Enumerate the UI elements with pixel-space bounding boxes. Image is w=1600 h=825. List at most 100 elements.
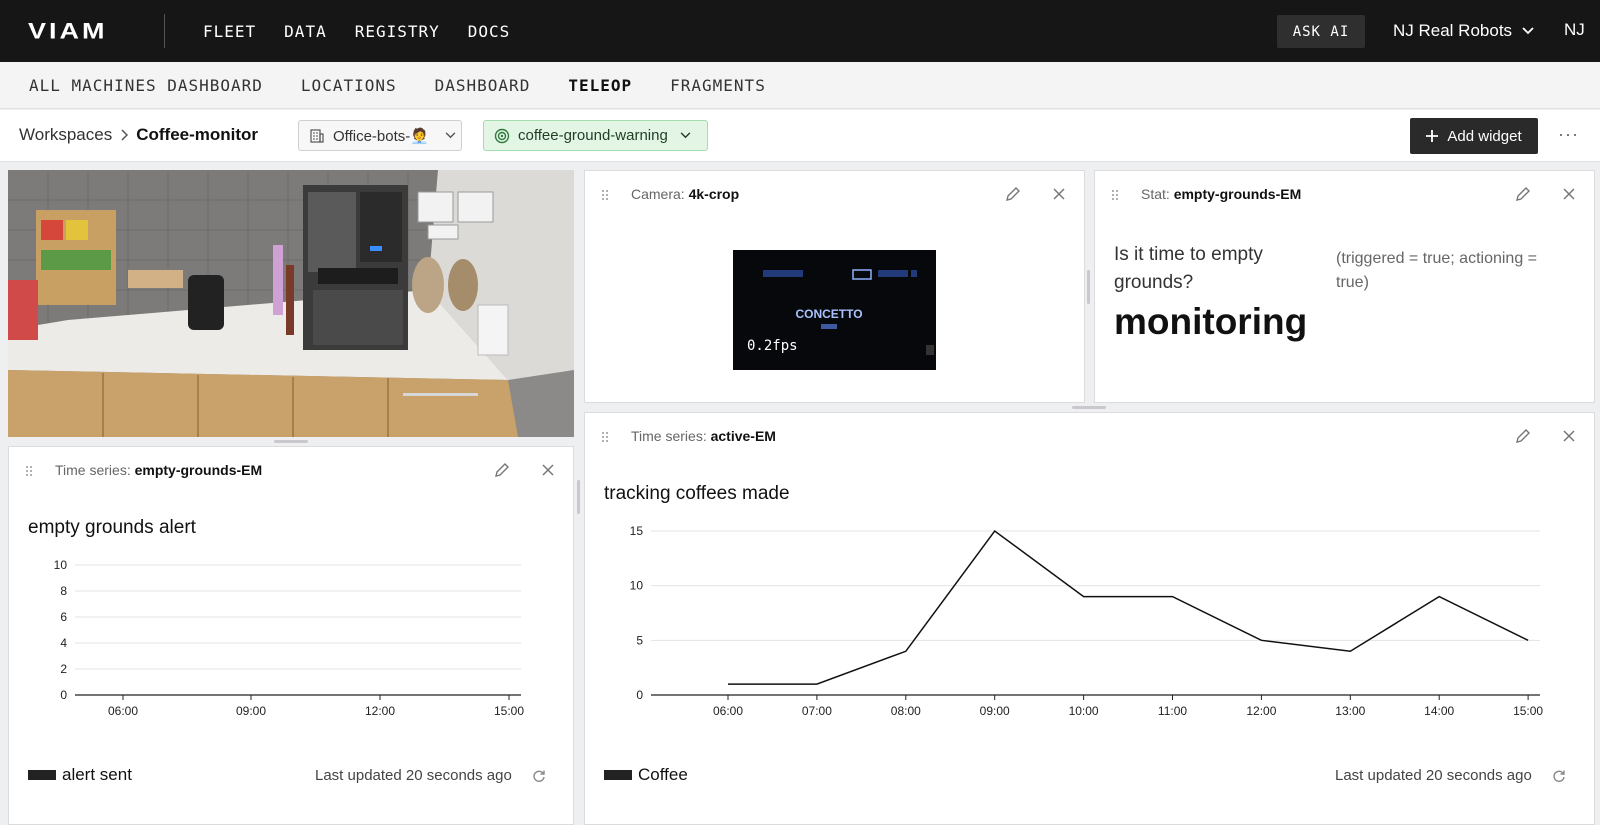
x-tick-label: 10:00 bbox=[1069, 704, 1099, 718]
timeseries-widget-grounds: Time series: empty-grounds-EM empty grou… bbox=[8, 446, 574, 825]
tab-locations[interactable]: LOCATIONS bbox=[301, 76, 397, 95]
y-tick-label: 0 bbox=[636, 688, 643, 702]
workspace-name[interactable]: Coffee-monitor bbox=[136, 125, 258, 145]
last-updated: Last updated 20 seconds ago bbox=[315, 767, 546, 784]
camera-widget: Camera: 4k-crop CONCETTO 0.2fps bbox=[584, 170, 1085, 403]
plus-icon bbox=[1426, 130, 1439, 142]
tab-all-machines-dashboard[interactable]: ALL MACHINES DASHBOARD bbox=[29, 76, 263, 95]
panel-resize-handle[interactable] bbox=[1072, 406, 1106, 409]
widget-kind: Stat: bbox=[1141, 186, 1170, 202]
refresh-icon[interactable] bbox=[1552, 769, 1566, 783]
series-line bbox=[728, 529, 1529, 685]
x-tick-label: 06:00 bbox=[713, 704, 743, 718]
viam-logo[interactable]: VIAM bbox=[28, 17, 108, 45]
chart-title: empty grounds alert bbox=[28, 517, 196, 538]
location-select-value: Office-bots-🧑‍💼 bbox=[333, 127, 429, 145]
camera-feed-kitchen bbox=[8, 170, 574, 437]
drag-handle-icon[interactable] bbox=[601, 431, 611, 443]
location-select[interactable]: Office-bots-🧑‍💼 bbox=[298, 120, 462, 151]
x-tick-label: 11:00 bbox=[1158, 704, 1187, 718]
y-tick-label: 6 bbox=[60, 610, 67, 624]
nav-data[interactable]: DATA bbox=[284, 22, 327, 41]
online-signal-icon bbox=[494, 128, 510, 143]
ask-ai-button[interactable]: ASK AI bbox=[1277, 15, 1365, 48]
drag-handle-icon[interactable] bbox=[1111, 189, 1121, 201]
x-tick-label: 09:00 bbox=[236, 704, 266, 718]
stat-widget: Stat: empty-grounds-EM Is it time to emp… bbox=[1094, 170, 1595, 403]
timeseries-widget-coffee: Time series: active-EM tracking coffees … bbox=[584, 412, 1595, 825]
more-options-icon[interactable]: ··· bbox=[1558, 124, 1579, 145]
chevron-down-icon bbox=[680, 132, 691, 139]
widget-kind: Camera: bbox=[631, 186, 685, 202]
x-tick-label: 08:00 bbox=[891, 704, 921, 718]
widget-name: empty-grounds-EM bbox=[134, 462, 263, 478]
org-switcher[interactable]: NJ Real Robots bbox=[1393, 18, 1534, 44]
add-widget-button[interactable]: Add widget bbox=[1410, 118, 1538, 154]
org-name: NJ Real Robots bbox=[1393, 21, 1513, 40]
close-icon[interactable] bbox=[1559, 184, 1579, 204]
tab-dashboard[interactable]: DASHBOARD bbox=[435, 76, 531, 95]
edit-icon[interactable] bbox=[492, 460, 512, 480]
tab-teleop[interactable]: TELEOP bbox=[568, 76, 632, 95]
camera-stream: CONCETTO 0.2fps bbox=[733, 250, 936, 370]
user-avatar[interactable]: NJ bbox=[1564, 20, 1585, 40]
y-tick-label: 10 bbox=[630, 579, 644, 593]
legend-label: alert sent bbox=[62, 765, 132, 784]
nav-docs[interactable]: DOCS bbox=[468, 22, 511, 41]
close-icon[interactable] bbox=[538, 460, 558, 480]
machine-screen-text: CONCETTO bbox=[795, 307, 862, 321]
tab-fragments[interactable]: FRAGMENTS bbox=[670, 76, 766, 95]
drag-handle-icon[interactable] bbox=[601, 189, 611, 201]
widget-name: active-EM bbox=[710, 428, 776, 444]
top-nav: FLEET DATA REGISTRY DOCS bbox=[203, 0, 510, 62]
nav-registry[interactable]: REGISTRY bbox=[355, 22, 440, 41]
breadcrumb-workspaces[interactable]: Workspaces bbox=[19, 125, 112, 145]
stat-question: Is it time to empty grounds? bbox=[1114, 244, 1263, 293]
x-tick-label: 15:00 bbox=[494, 704, 524, 718]
y-tick-label: 5 bbox=[636, 633, 643, 647]
kitchen-camera-image bbox=[8, 170, 574, 437]
last-updated-text: Last updated 20 seconds ago bbox=[315, 767, 512, 784]
panel-resize-handle[interactable] bbox=[577, 480, 580, 514]
legend-label: Coffee bbox=[638, 765, 688, 784]
nav-fleet[interactable]: FLEET bbox=[203, 22, 256, 41]
widget-name: empty-grounds-EM bbox=[1173, 186, 1302, 202]
y-tick-label: 15 bbox=[630, 524, 644, 538]
widget-title: Time series: active-EM bbox=[631, 428, 776, 444]
building-icon bbox=[310, 128, 324, 143]
drag-handle-icon[interactable] bbox=[25, 465, 35, 477]
machine-select[interactable]: coffee-ground-warning bbox=[483, 120, 708, 151]
edit-icon[interactable] bbox=[1513, 426, 1533, 446]
x-tick-label: 09:00 bbox=[980, 704, 1010, 718]
x-tick-label: 13:00 bbox=[1335, 704, 1365, 718]
add-widget-label: Add widget bbox=[1447, 127, 1522, 145]
refresh-icon[interactable] bbox=[532, 769, 546, 783]
last-updated-text: Last updated 20 seconds ago bbox=[1335, 767, 1532, 784]
grounds-alert-chart: 0 2 4 6 8 10 06:00 09:00 12:00 15:00 bbox=[54, 558, 525, 718]
chart-title: tracking coffees made bbox=[604, 483, 790, 504]
x-tick-label: 12:00 bbox=[365, 704, 395, 718]
widget-kind: Time series: bbox=[631, 428, 707, 444]
x-tick-label: 06:00 bbox=[108, 704, 138, 718]
panel-resize-handle[interactable] bbox=[1087, 270, 1090, 304]
widget-title: Time series: empty-grounds-EM bbox=[55, 462, 262, 478]
close-icon[interactable] bbox=[1049, 184, 1069, 204]
coffees-made-chart: 0 5 10 15 06:00 07:00 08:00 09:00 10:00 11:00 12:0… bbox=[630, 524, 1544, 718]
widget-kind: Time series: bbox=[55, 462, 131, 478]
top-bar: VIAM FLEET DATA REGISTRY DOCS ASK AI NJ … bbox=[0, 0, 1600, 62]
edit-icon[interactable] bbox=[1513, 184, 1533, 204]
close-icon[interactable] bbox=[1559, 426, 1579, 446]
breadcrumb: Workspaces Coffee-monitor bbox=[19, 125, 258, 145]
legend-swatch bbox=[604, 770, 632, 780]
panel-resize-handle[interactable] bbox=[274, 440, 308, 443]
widget-title: Stat: empty-grounds-EM bbox=[1141, 186, 1301, 202]
widget-name: 4k-crop bbox=[688, 186, 740, 202]
edit-icon[interactable] bbox=[1003, 184, 1023, 204]
chevron-down-icon bbox=[1522, 27, 1534, 35]
chevron-right-icon bbox=[121, 129, 129, 141]
legend-swatch bbox=[28, 770, 56, 780]
y-tick-label: 0 bbox=[60, 688, 67, 702]
stat-condition-note: (triggered = true; actioning = true) bbox=[1336, 250, 1538, 291]
chart-legend: alert sent bbox=[28, 765, 132, 785]
stat-value: monitoring bbox=[1114, 301, 1308, 342]
